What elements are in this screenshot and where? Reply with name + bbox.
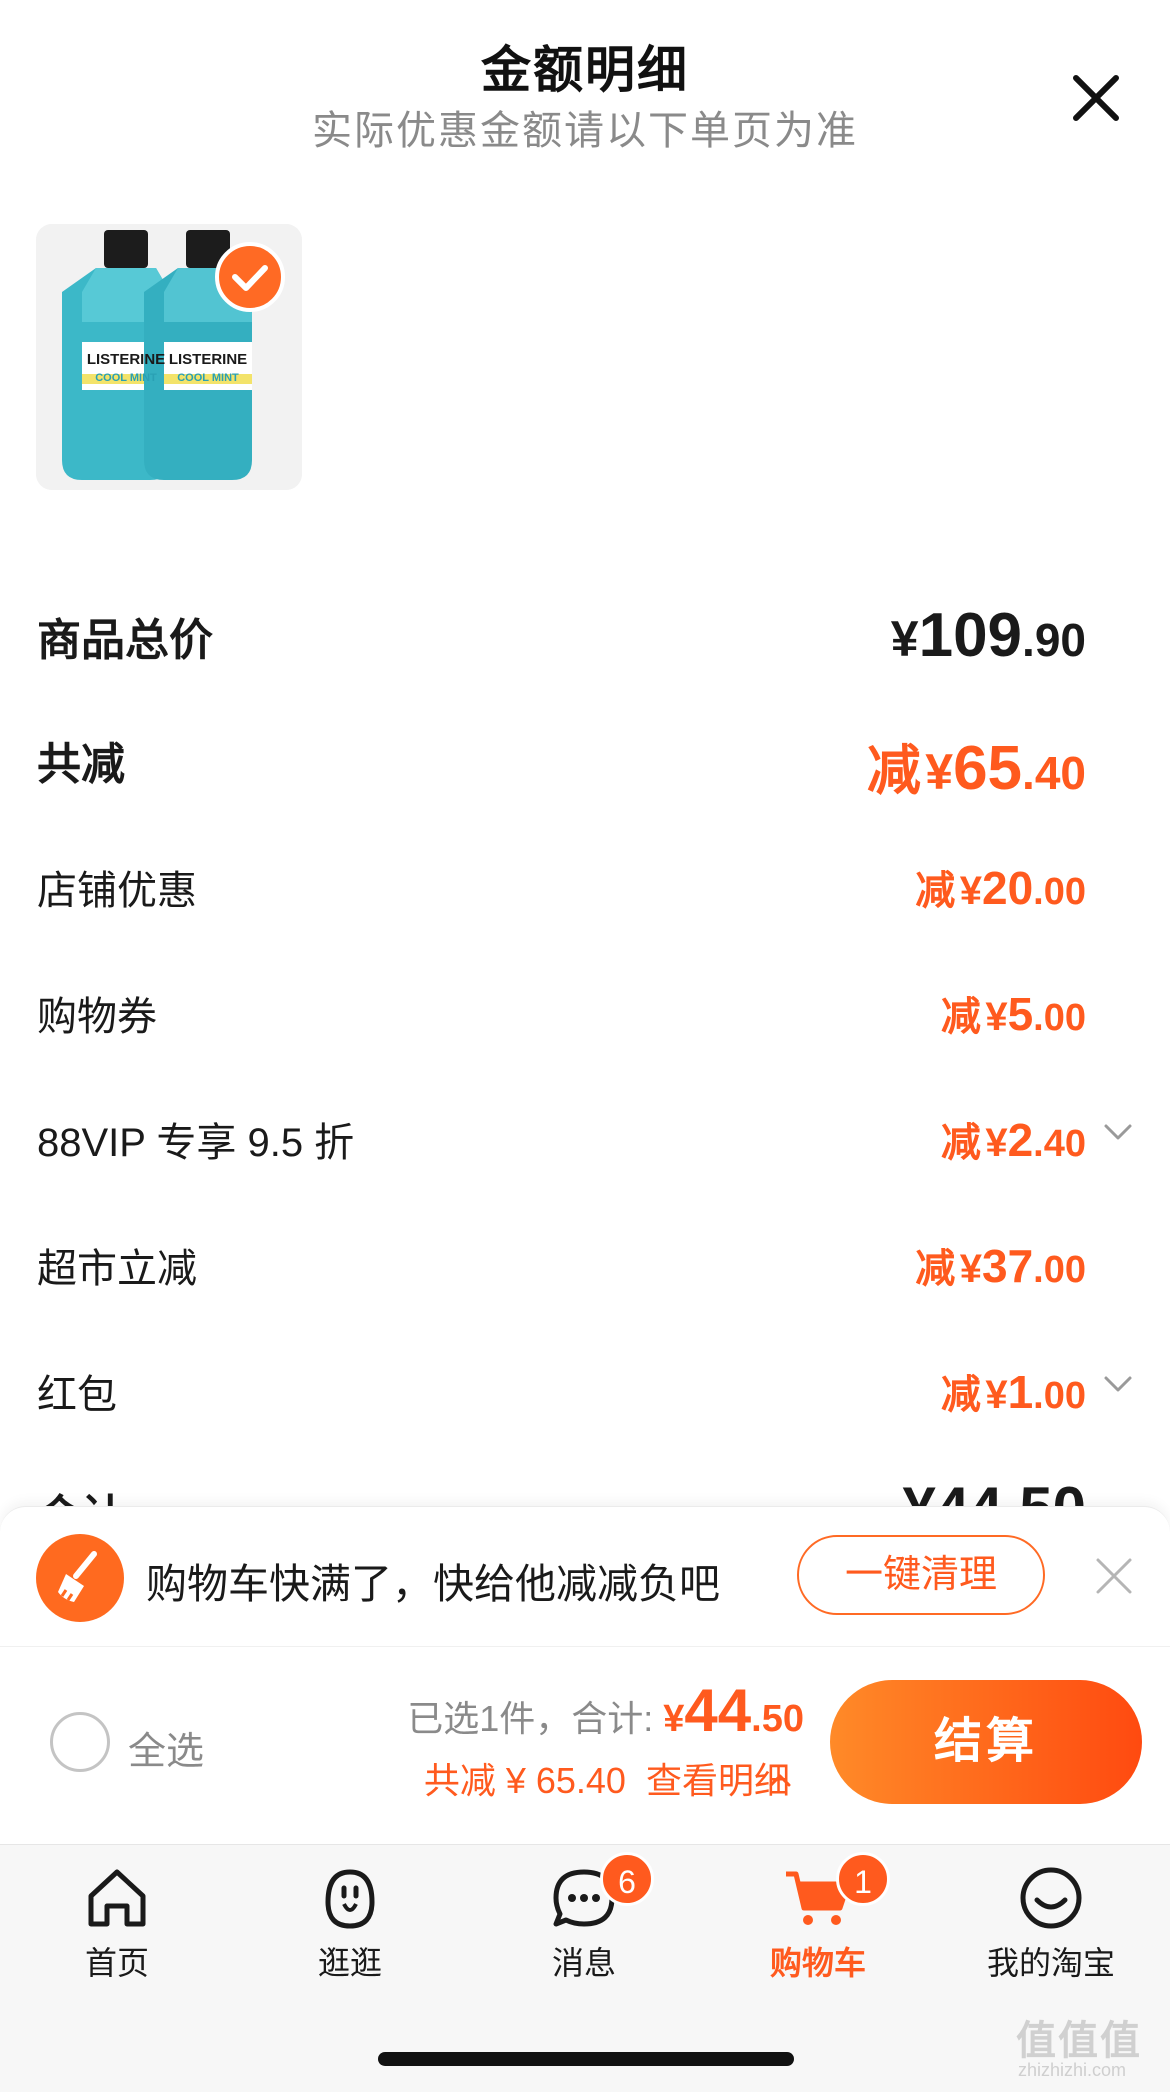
discount-label-voucher: 购物券 (37, 995, 157, 1039)
tab-cart-label: 购物车 (769, 1945, 866, 1981)
banner-message: 购物车快满了，快给他减减负吧 (146, 1561, 720, 1607)
total-reduction-label: 共减 (37, 740, 125, 789)
broom-icon (36, 1534, 124, 1622)
tab-home-label: 首页 (84, 1945, 149, 1981)
tab-browse-label: 逛逛 (317, 1945, 382, 1981)
close-icon[interactable] (1094, 1556, 1134, 1596)
discount-label-supermarket: 超市立减 (37, 1247, 197, 1291)
discount-value-88vip[interactable]: 减 ¥2.40 (941, 1110, 1086, 1168)
watermark-logo: 值值值 (1016, 2019, 1142, 2063)
product-variant-text: COOL MINT (95, 372, 157, 384)
discount-value-voucher: 减 ¥5.00 (940, 988, 1086, 1040)
tab-home[interactable]: 首页 (37, 1862, 197, 1984)
chevron-down-icon[interactable] (1100, 1366, 1136, 1402)
checkmark-icon (232, 265, 268, 291)
page-title: 金额明细 (481, 42, 689, 98)
home-icon (88, 1869, 146, 1927)
product-brand-text: LISTERINE (87, 351, 165, 368)
discount-value-supermarket: 减 ¥37.00 (915, 1240, 1086, 1292)
select-all-label[interactable]: 全选 (128, 1720, 204, 1775)
chevron-up-icon[interactable] (766, 1766, 794, 1794)
cart-badge: 1 (836, 1852, 890, 1906)
total-price-value: ¥109.90 (890, 601, 1086, 670)
discount-label-store: 店铺优惠 (37, 869, 197, 913)
total-price-label: 商品总价 (37, 616, 213, 665)
product-brand-text-2: LISTERINE (169, 351, 247, 368)
one-click-clean-button[interactable]: 一键清理 (797, 1535, 1045, 1615)
select-all-radio[interactable] (50, 1712, 110, 1772)
settle-button[interactable]: 结算 (830, 1680, 1142, 1804)
home-indicator (378, 2052, 794, 2066)
page-subtitle: 实际优惠金额请以下单页为准 (312, 109, 858, 153)
discount-label-88vip: 88VIP 专享 9.5 折 (37, 1121, 355, 1165)
view-discount-detail-link[interactable]: 共减 ¥ 65.40 查看明细 (424, 1752, 790, 1804)
tab-messages-label: 消息 (551, 1945, 616, 1981)
profile-icon (1020, 1867, 1082, 1929)
product-selected-check[interactable] (215, 242, 285, 312)
tab-profile-label: 我的淘宝 (986, 1945, 1115, 1981)
discount-value-store: 减 ¥20.00 (915, 862, 1086, 914)
close-icon (1073, 75, 1119, 121)
total-reduction-value: 减 ¥65.40 (866, 734, 1086, 803)
checkout-total: 已选1件，合计: ¥44.50 (407, 1677, 804, 1744)
close-button[interactable] (1066, 68, 1126, 128)
browse-icon (325, 1869, 375, 1929)
product-variant-text-2: COOL MINT (177, 372, 239, 384)
discount-value-redpacket[interactable]: 减 ¥1.00 (941, 1362, 1086, 1420)
discount-label-redpacket: 红包 (37, 1373, 117, 1417)
watermark-url: zhizhizhi.com (1018, 2060, 1127, 2080)
tab-browse[interactable]: 逛逛 (270, 1862, 430, 1984)
tab-profile[interactable]: 我的淘宝 (971, 1862, 1131, 1984)
messages-badge: 6 (600, 1852, 654, 1906)
chevron-down-icon[interactable] (1100, 1114, 1136, 1150)
